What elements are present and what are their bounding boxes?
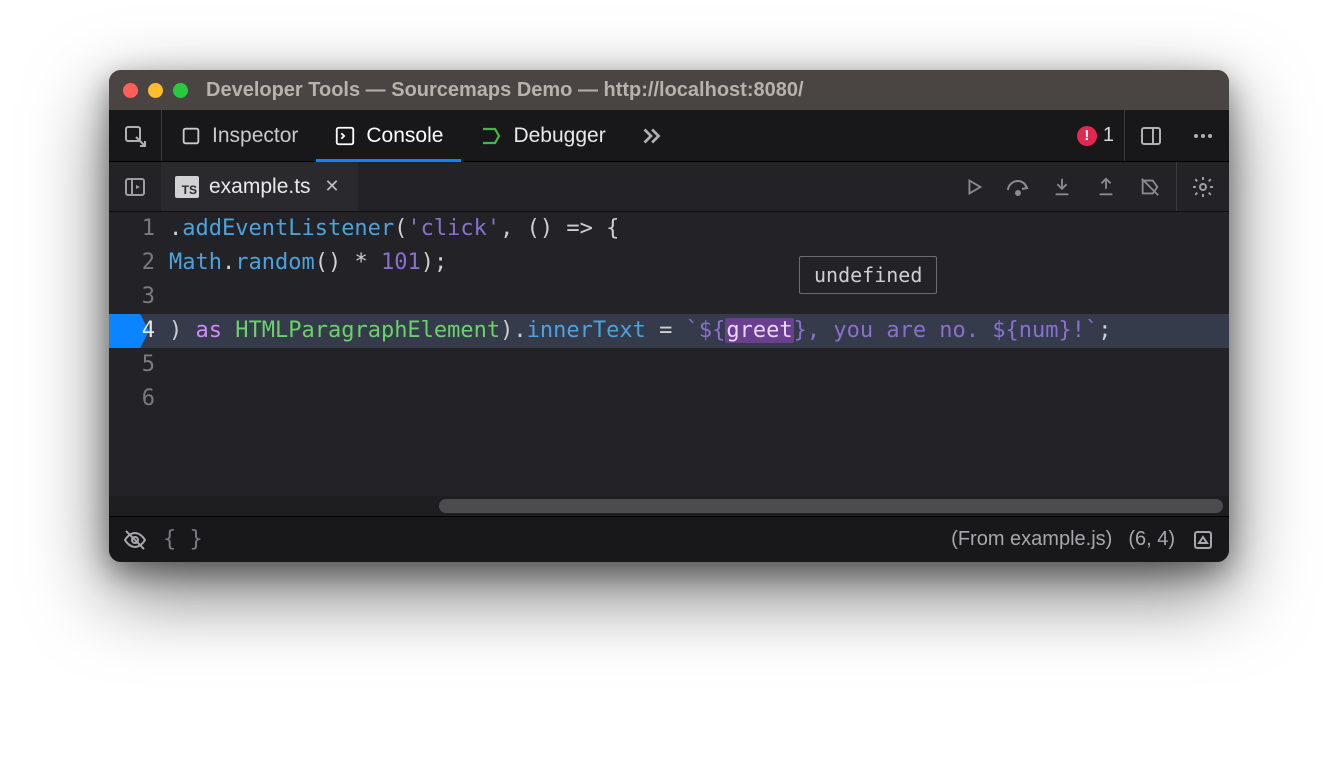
tab-inspector[interactable]: Inspector: [162, 110, 316, 161]
cursor-position: (6, 4): [1128, 528, 1175, 551]
close-window-button[interactable]: [123, 83, 138, 98]
devtools-window: Developer Tools — Sourcemaps Demo — http…: [109, 70, 1229, 562]
code-line[interactable]: 3: [109, 280, 1229, 314]
sources-toggle-button[interactable]: [109, 162, 161, 211]
dock-icon: [1139, 124, 1163, 148]
line-number[interactable]: 2: [109, 246, 165, 280]
meatballs-icon: [1191, 124, 1215, 148]
window-controls: [123, 83, 188, 98]
step-over-button[interactable]: [998, 176, 1038, 198]
error-count[interactable]: ! 1: [1067, 110, 1124, 161]
file-name: example.ts: [209, 175, 311, 199]
debugger-icon: [479, 124, 503, 148]
code-line[interactable]: 2 Math.random() * 101);: [109, 246, 1229, 280]
line-number[interactable]: 4: [109, 314, 165, 348]
tooltip-value: undefined: [814, 263, 922, 287]
status-bar: { } (From example.js) (6, 4): [109, 516, 1229, 562]
error-count-value: 1: [1103, 124, 1114, 147]
tab-console[interactable]: Console: [316, 110, 461, 161]
debugger-toolbar: TS example.ts ✕: [109, 162, 1229, 212]
step-out-button[interactable]: [1086, 176, 1126, 198]
mapped-source-button[interactable]: [1191, 528, 1215, 552]
code-editor[interactable]: 1 .addEventListener('click', () => { 2 M…: [109, 212, 1229, 516]
blackbox-button[interactable]: [123, 528, 147, 552]
main-toolbar: Inspector Console Debugger ! 1: [109, 110, 1229, 162]
step-out-icon: [1095, 176, 1117, 198]
file-tab[interactable]: TS example.ts ✕: [161, 162, 358, 211]
step-over-icon: [1005, 176, 1031, 198]
tab-label: Debugger: [513, 124, 605, 148]
play-icon: [963, 176, 985, 198]
breakpoints-off-icon: [1138, 176, 1162, 198]
tab-debugger[interactable]: Debugger: [461, 110, 623, 161]
line-number[interactable]: 1: [109, 212, 165, 246]
debug-controls: [948, 162, 1176, 211]
close-tab-button[interactable]: ✕: [321, 176, 344, 197]
line-number[interactable]: 3: [109, 280, 165, 314]
panel-icon: [123, 175, 147, 199]
inspector-icon: [180, 125, 202, 147]
window-title: Developer Tools — Sourcemaps Demo — http…: [200, 79, 1215, 102]
source-map-info: (From example.js): [951, 528, 1112, 551]
step-in-button[interactable]: [1042, 176, 1082, 198]
kebab-menu-button[interactable]: [1177, 110, 1229, 161]
dock-side-button[interactable]: [1125, 110, 1177, 161]
minimize-window-button[interactable]: [148, 83, 163, 98]
maximize-window-button[interactable]: [173, 83, 188, 98]
code-line[interactable]: 1 .addEventListener('click', () => {: [109, 212, 1229, 246]
error-icon: !: [1077, 126, 1097, 146]
horizontal-scrollbar[interactable]: [109, 496, 1229, 516]
console-icon: [334, 125, 356, 147]
chevron-double-right-icon: [638, 123, 664, 149]
pointer-icon: [123, 124, 147, 148]
code-line[interactable]: 6: [109, 382, 1229, 416]
source-map-icon: [1191, 528, 1215, 552]
scrollbar-thumb[interactable]: [439, 499, 1223, 513]
more-tabs-button[interactable]: [624, 110, 678, 161]
tab-label: Console: [366, 124, 443, 148]
tab-label: Inspector: [212, 124, 298, 148]
deactivate-breakpoints-button[interactable]: [1130, 176, 1170, 198]
pretty-print-button[interactable]: { }: [163, 527, 203, 552]
resume-button[interactable]: [954, 176, 994, 198]
line-number[interactable]: 5: [109, 348, 165, 382]
titlebar[interactable]: Developer Tools — Sourcemaps Demo — http…: [109, 70, 1229, 110]
code-line[interactable]: 5: [109, 348, 1229, 382]
hovered-variable[interactable]: greet: [725, 318, 793, 343]
debugger-settings-button[interactable]: [1177, 162, 1229, 211]
value-tooltip: undefined: [799, 256, 937, 294]
eye-off-icon: [123, 528, 147, 552]
step-in-icon: [1051, 176, 1073, 198]
pick-element-button[interactable]: [109, 110, 161, 161]
gear-icon: [1191, 175, 1215, 199]
code-line-paused[interactable]: 4 ) as HTMLParagraphElement).innerText =…: [109, 314, 1229, 348]
line-number[interactable]: 6: [109, 382, 165, 416]
typescript-icon: TS: [175, 176, 199, 198]
